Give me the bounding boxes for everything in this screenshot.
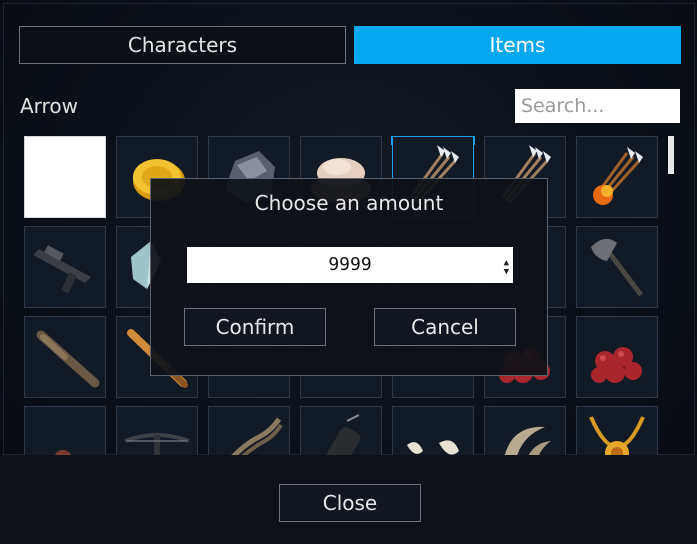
tab-items[interactable]: Items: [354, 26, 681, 64]
item-slot[interactable]: [576, 136, 658, 218]
tab-characters[interactable]: Characters: [19, 26, 346, 64]
spinner-icon[interactable]: ▲ ▼: [504, 259, 509, 277]
item-slot[interactable]: [24, 316, 106, 398]
item-slot[interactable]: [208, 406, 290, 455]
item-slot[interactable]: [576, 226, 658, 308]
item-slot[interactable]: [484, 406, 566, 455]
amount-dialog: Choose an amount 9999 ▲ ▼ Confirm Cancel: [150, 178, 548, 376]
item-slot[interactable]: [24, 136, 106, 218]
item-slot[interactable]: [576, 406, 658, 455]
category-title: Arrow: [20, 94, 78, 118]
item-slot[interactable]: [24, 226, 106, 308]
confirm-button[interactable]: Confirm: [184, 308, 326, 346]
grid-scrollbar[interactable]: [668, 136, 674, 174]
selection-corner: [391, 136, 401, 145]
search-input[interactable]: [515, 89, 680, 123]
close-button[interactable]: Close: [279, 484, 421, 522]
cancel-button[interactable]: Cancel: [374, 308, 516, 346]
item-slot[interactable]: [392, 406, 474, 455]
item-slot[interactable]: [576, 316, 658, 398]
item-slot[interactable]: [116, 406, 198, 455]
dialog-title: Choose an amount: [254, 191, 444, 215]
selection-corner: [465, 136, 475, 145]
amount-input[interactable]: 9999 ▲ ▼: [187, 247, 513, 283]
item-slot[interactable]: [300, 406, 382, 455]
amount-value: 9999: [328, 254, 372, 275]
item-slot[interactable]: [24, 406, 106, 455]
